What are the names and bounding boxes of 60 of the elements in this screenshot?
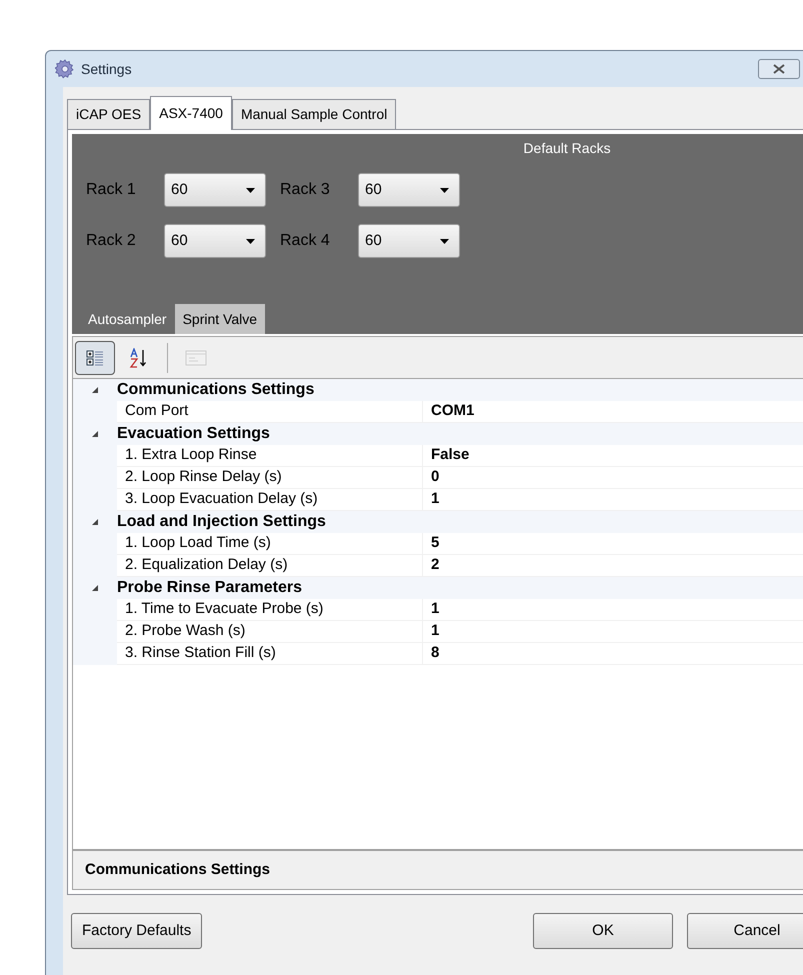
rack-label: Rack 1 — [86, 180, 137, 200]
property-name[interactable]: 3. Rinse Station Fill (s) — [117, 643, 423, 665]
rack-label: Rack 3 — [280, 180, 331, 200]
rack-dropdown[interactable]: 60 — [358, 224, 460, 258]
close-icon — [773, 64, 785, 74]
category-name: Evacuation Settings — [117, 424, 270, 444]
expander-icon[interactable] — [91, 584, 99, 592]
property-name[interactable]: 3. Loop Evacuation Delay (s) — [117, 489, 423, 511]
property-value[interactable]: 1 — [423, 489, 803, 511]
tab[interactable]: ASX-7400 — [150, 96, 232, 130]
property-value[interactable]: 1 — [423, 621, 803, 643]
rack-dropdown[interactable]: 60 — [164, 173, 266, 207]
property-name[interactable]: 1. Loop Load Time (s) — [117, 533, 423, 555]
caret-icon — [440, 188, 449, 192]
property-name[interactable]: 2. Equalization Delay (s) — [117, 555, 423, 577]
property-name[interactable]: 1. Extra Loop Rinse — [117, 445, 423, 467]
category-name: Load and Injection Settings — [117, 512, 326, 532]
tab[interactable]: Manual Sample Control — [232, 99, 396, 129]
property-pages-icon — [185, 348, 207, 366]
property-value[interactable]: False — [423, 445, 803, 467]
dialog-button[interactable]: Cancel — [687, 913, 803, 949]
category-name: Probe Rinse Parameters — [117, 578, 302, 598]
close-button[interactable] — [758, 59, 800, 79]
category-row[interactable]: Communications Settings — [73, 379, 803, 401]
property-name[interactable]: 1. Time to Evacuate Probe (s) — [117, 599, 423, 621]
category-row[interactable]: Evacuation Settings — [73, 423, 803, 445]
gear-icon — [55, 59, 75, 79]
property-name[interactable]: Com Port — [117, 401, 423, 423]
expander-icon[interactable] — [91, 386, 99, 394]
caret-icon — [246, 188, 255, 192]
property-value[interactable]: 2 — [423, 555, 803, 577]
categorized-icon — [86, 348, 104, 366]
caret-icon — [440, 238, 449, 244]
rack-label: Rack 2 — [86, 231, 137, 251]
expander-icon[interactable] — [91, 518, 99, 526]
property-value[interactable]: 8 — [423, 643, 803, 665]
sort-az-icon — [129, 348, 149, 368]
property-value[interactable]: 1 — [423, 599, 803, 621]
category-name: Communications Settings — [117, 380, 314, 400]
caret-icon — [246, 238, 255, 244]
tab[interactable]: Autosampler — [80, 304, 175, 334]
rack-dropdown[interactable]: 60 — [358, 173, 460, 207]
window-title: Settings — [81, 60, 132, 79]
description-title: Communications Settings — [85, 860, 270, 880]
rack-label: Rack 4 — [280, 231, 331, 251]
category-row[interactable]: Load and Injection Settings — [73, 511, 803, 533]
section-title: Default Racks — [523, 139, 611, 158]
rack-dropdown[interactable]: 60 — [164, 224, 266, 258]
dialog-button[interactable]: Factory Defaults — [71, 913, 202, 949]
dialog-button[interactable]: OK — [533, 913, 673, 949]
tab[interactable]: Sprint Valve — [174, 304, 266, 334]
property-name[interactable]: 2. Probe Wash (s) — [117, 621, 423, 643]
categorized-button[interactable] — [75, 340, 115, 374]
property-value[interactable]: COM1 — [423, 401, 803, 423]
tab[interactable]: iCAP OES — [67, 99, 150, 129]
property-value[interactable]: 0 — [423, 467, 803, 489]
property-name[interactable]: 2. Loop Rinse Delay (s) — [117, 467, 423, 489]
expander-icon[interactable] — [91, 430, 99, 438]
category-row[interactable]: Probe Rinse Parameters — [73, 577, 803, 599]
property-value[interactable]: 5 — [423, 533, 803, 555]
